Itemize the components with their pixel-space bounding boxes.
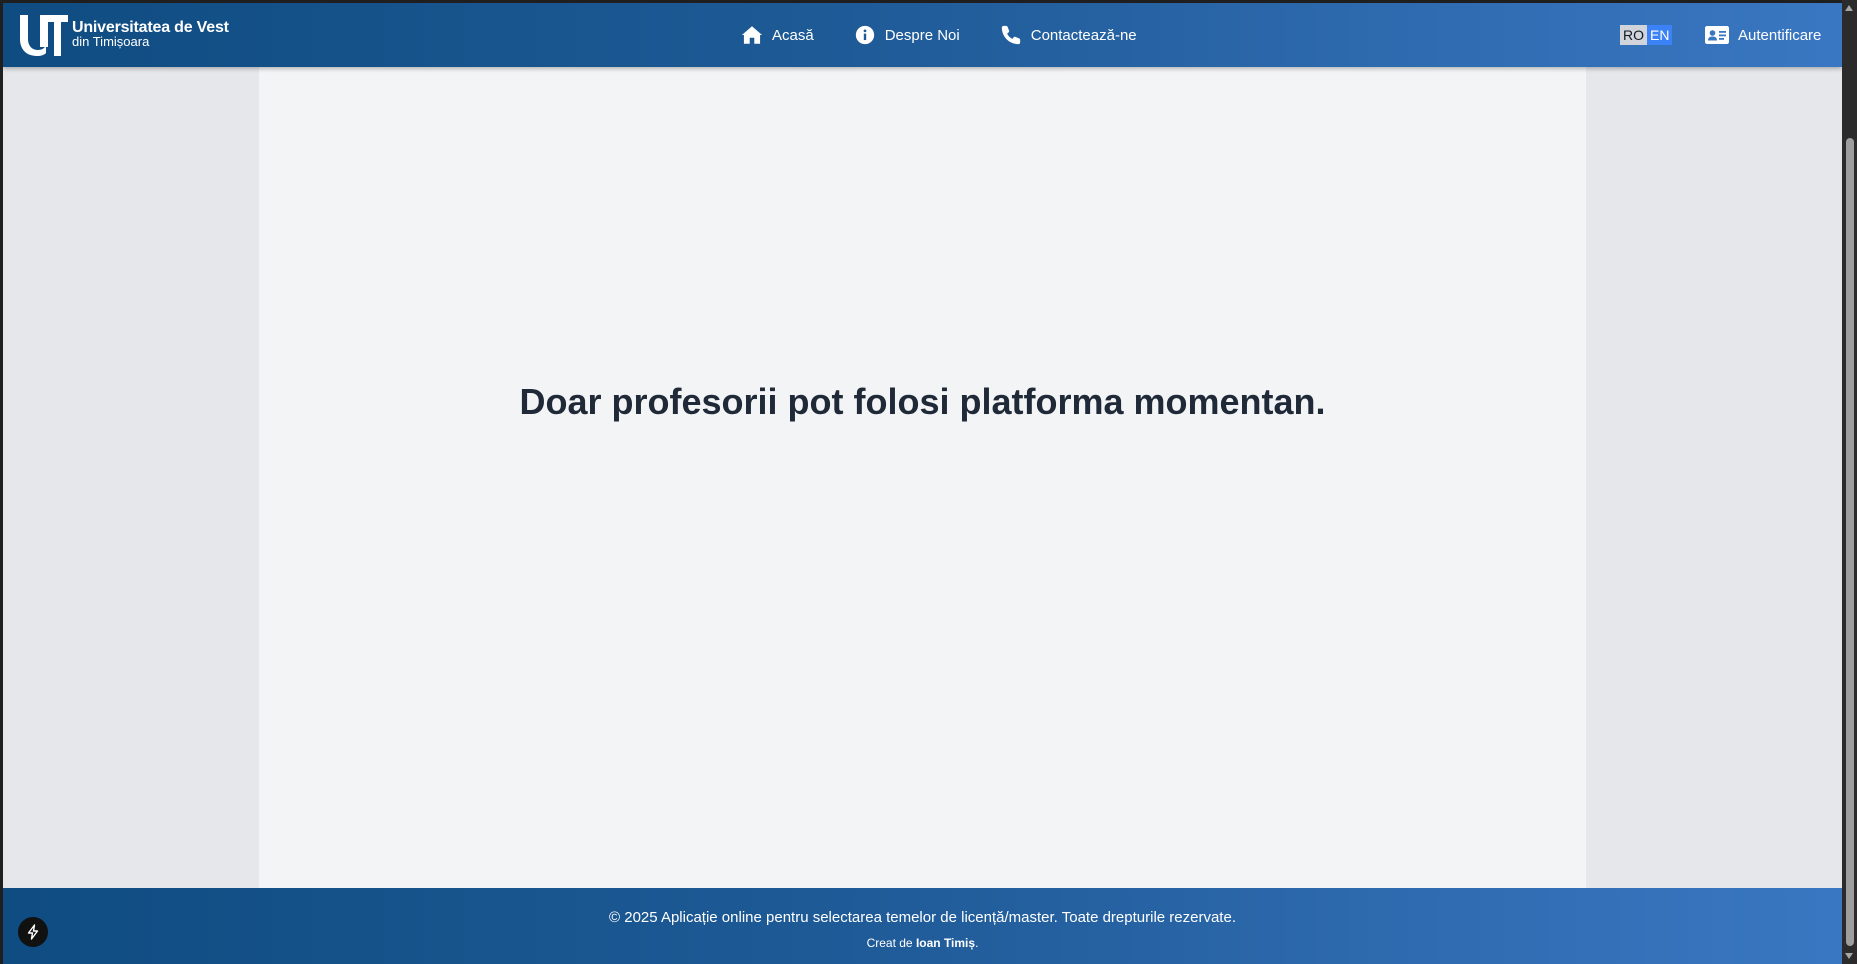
lang-ro-button[interactable]: RO — [1620, 25, 1647, 45]
lang-en-button[interactable]: EN — [1647, 25, 1673, 45]
footer-author-name: Ioan Timiș — [915, 936, 976, 950]
main-content: Doar profesorii pot folosi platforma mom… — [259, 67, 1586, 891]
vertical-scrollbar[interactable] — [1842, 0, 1857, 964]
nav-link-about-label: Despre Noi — [884, 26, 960, 44]
language-switcher: RO EN — [1620, 25, 1673, 45]
nav-link-about[interactable]: Despre Noi — [854, 24, 960, 46]
dev-tools-button[interactable] — [18, 917, 48, 947]
browser-viewport: Universitatea de Vest din Timișoara Acas… — [3, 3, 1842, 964]
brand-name: Universitatea de Vest — [72, 19, 229, 36]
page-footer: © 2025 Aplicație online pentru selectare… — [3, 888, 1842, 964]
nav-link-contact-label: Contactează-ne — [1030, 26, 1137, 44]
login-button[interactable]: Autentificare — [1705, 3, 1821, 67]
footer-copyright: © 2025 Aplicație online pentru selectare… — [609, 909, 1236, 926]
nav-link-home-label: Acasă — [772, 26, 814, 44]
footer-credit-prefix: Creat de — [866, 936, 916, 950]
id-card-icon — [1705, 26, 1729, 44]
university-logo-link[interactable]: Universitatea de Vest din Timișoara — [18, 13, 229, 57]
uvt-logo-icon — [20, 15, 68, 56]
info-icon — [855, 25, 874, 45]
phone-icon — [1001, 25, 1020, 45]
info-message-heading: Doar profesorii pot folosi platforma mom… — [519, 381, 1326, 422]
scroll-up-arrow-icon[interactable] — [1845, 5, 1853, 11]
main-nav: Acasă Despre Noi Contactează-ne — [741, 3, 1177, 67]
top-navbar: Universitatea de Vest din Timișoara Acas… — [3, 3, 1842, 67]
footer-credit-suffix: . — [975, 936, 979, 950]
footer-credit: Creat de Ioan Timiș. — [3, 936, 1842, 950]
brand-text: Universitatea de Vest din Timișoara — [72, 19, 229, 49]
nav-link-contact[interactable]: Contactează-ne — [1000, 24, 1137, 46]
lightning-bolt-icon — [27, 924, 39, 940]
login-label: Autentificare — [1738, 26, 1822, 44]
brand-location: din Timișoara — [72, 34, 150, 49]
scroll-down-arrow-icon[interactable] — [1845, 953, 1853, 959]
home-icon — [741, 26, 763, 44]
scrollbar-thumb[interactable] — [1846, 138, 1854, 946]
nav-link-home[interactable]: Acasă — [741, 24, 814, 46]
